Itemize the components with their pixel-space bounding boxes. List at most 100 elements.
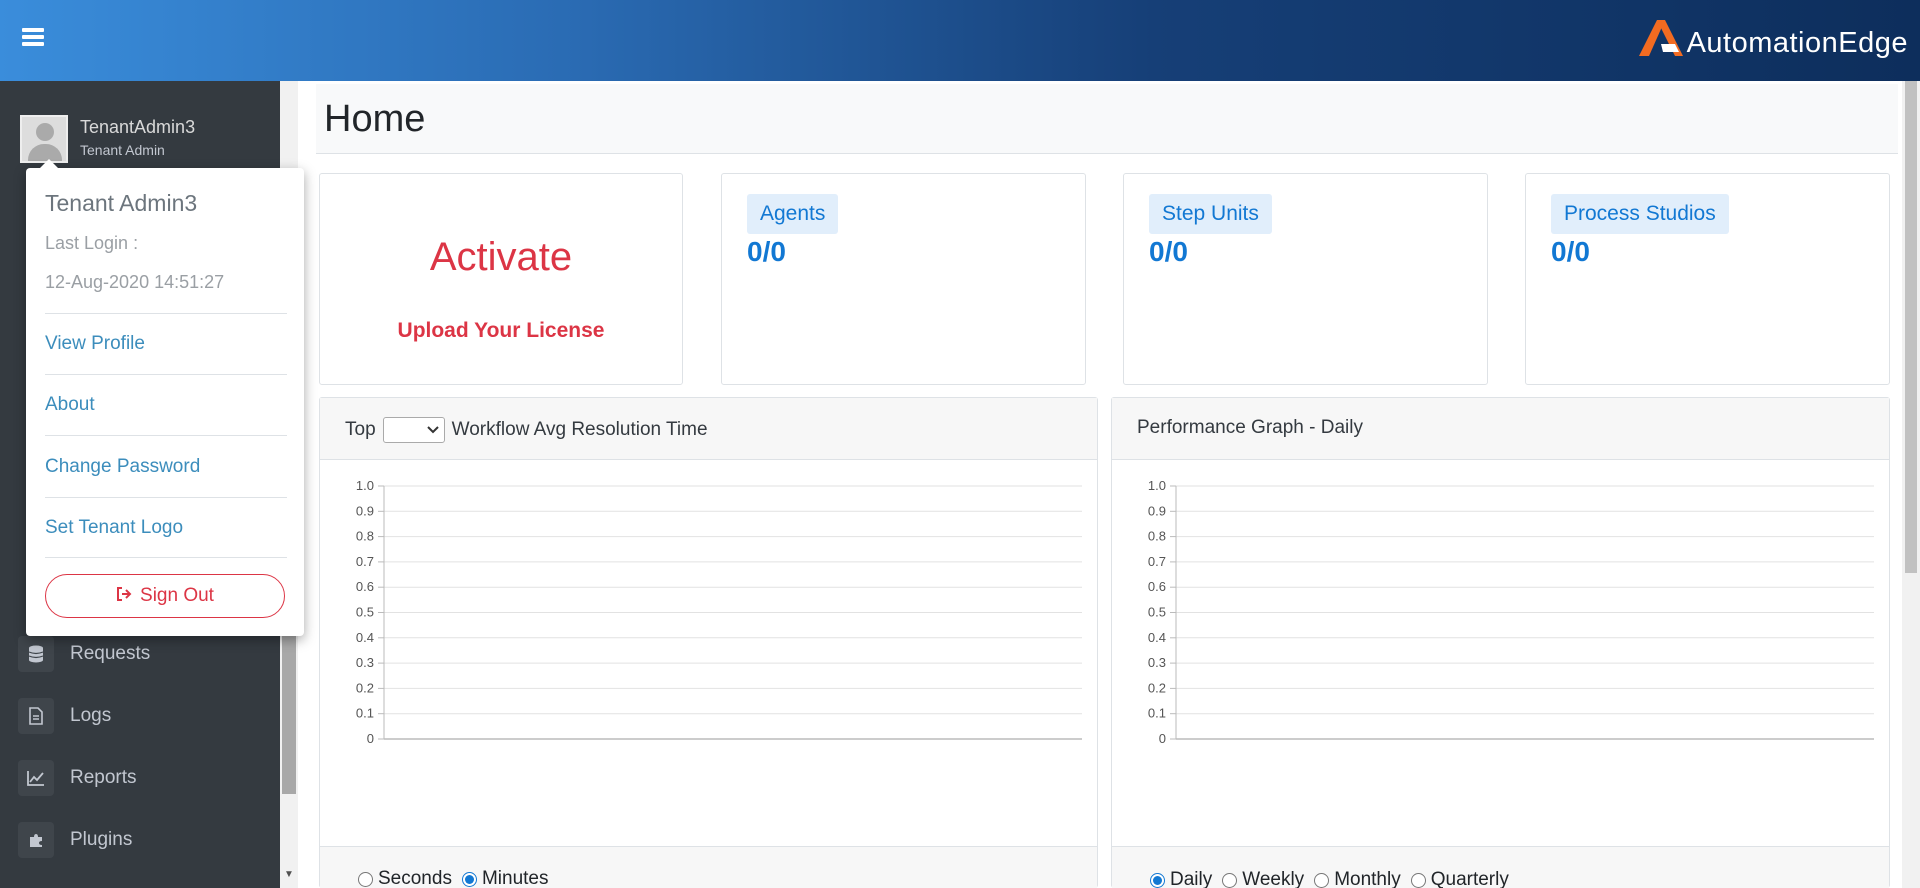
sidebar-item-label: Logs [70, 705, 112, 726]
brand-logo: AutomationEdge [1635, 14, 1908, 60]
y-tick-label: 0.7 [356, 554, 374, 569]
page-title: Home [324, 98, 426, 140]
y-tick-label: 0.1 [356, 706, 374, 721]
daily-label: Daily [1170, 869, 1213, 888]
performance-chart: 1.0 0.9 0.8 0.7 0.6 0.5 0.4 0.3 0.2 0.1 0 [1148, 478, 1874, 746]
divider [45, 557, 287, 558]
monthly-label: Monthly [1334, 869, 1401, 888]
divider [45, 435, 287, 436]
sidebar-item-label: Requests [70, 643, 151, 664]
top-count-select[interactable] [382, 417, 445, 443]
minutes-label: Minutes [481, 868, 549, 888]
y-tick-label: 0.5 [356, 605, 374, 620]
workflow-panel-header: Top Workflow Avg Resolution Time [320, 398, 1097, 460]
activate-title: Activate [429, 235, 573, 279]
quarterly-label: Quarterly [1430, 869, 1509, 888]
upload-license-link[interactable]: Upload Your License [320, 319, 682, 343]
last-login-label: Last Login : [45, 233, 139, 253]
performance-panel: Performance Graph - Daily 1.0 0.9 0.8 0.7 0.… [1111, 397, 1890, 888]
menu-toggle-icon[interactable] [22, 28, 46, 48]
step-units-label[interactable]: Step Units [1149, 194, 1272, 234]
sidebar-item-reports[interactable]: Reports [18, 758, 137, 798]
sidebar-item-logs[interactable]: Logs [18, 696, 111, 736]
file-icon [18, 698, 54, 734]
weekly-radio[interactable]: Weekly [1222, 869, 1304, 888]
chart-line-icon [18, 760, 54, 796]
top-label: Top [345, 419, 376, 440]
y-tick-label: 0.2 [356, 680, 374, 695]
minutes-radio[interactable]: Minutes [461, 868, 549, 888]
y-tick-label: 0.4 [356, 630, 374, 645]
radio-dot[interactable] [1222, 872, 1238, 888]
y-tick-label: 0.4 [1148, 630, 1166, 645]
performance-panel-header: Performance Graph - Daily [1112, 398, 1889, 460]
page-header [316, 84, 1898, 154]
user-role: Tenant Admin [80, 142, 165, 158]
chevron-down-icon [426, 426, 439, 434]
license-card: Activate Upload Your License [319, 173, 683, 385]
y-tick-label: 0 [367, 731, 374, 746]
change-password-link[interactable]: Change Password [45, 456, 200, 478]
sidebar-scrollbar-thumb[interactable] [282, 629, 296, 794]
agents-label[interactable]: Agents [747, 194, 839, 234]
view-profile-link[interactable]: View Profile [45, 333, 145, 355]
quarterly-radio[interactable]: Quarterly [1410, 869, 1509, 888]
y-tick-label: 0.3 [356, 655, 374, 670]
process-studios-value: 0/0 [1551, 236, 1590, 267]
y-tick-label: 0.6 [1148, 579, 1166, 594]
radio-dot[interactable] [461, 871, 477, 887]
scroll-down-arrow-icon[interactable]: ▼ [284, 869, 294, 880]
step-units-card: Step Units 0/0 [1123, 173, 1488, 385]
sidebar-item-plugins[interactable]: Plugins [18, 820, 132, 860]
brand-name: AutomationEdge [1686, 26, 1908, 59]
database-icon [18, 636, 54, 672]
y-tick-label: 0.8 [356, 529, 374, 544]
main-scrollbar[interactable] [1902, 81, 1920, 888]
radio-dot[interactable] [1410, 872, 1426, 888]
sidebar-item-label: Reports [70, 767, 137, 788]
y-tick-label: 1.0 [356, 478, 374, 493]
top-navbar: AutomationEdge [0, 0, 1920, 81]
process-studios-label[interactable]: Process Studios [1551, 194, 1729, 234]
workflow-title-text: Workflow Avg Resolution Time [451, 419, 708, 440]
y-tick-label: 0.5 [1148, 605, 1166, 620]
about-link[interactable]: About [45, 394, 95, 416]
sidebar-item-label: Plugins [70, 829, 133, 850]
sign-out-button[interactable]: Sign Out [45, 574, 285, 618]
agents-value: 0/0 [747, 236, 786, 267]
y-tick-label: 0.3 [1148, 655, 1166, 670]
main-scrollbar-thumb[interactable] [1905, 81, 1917, 573]
seconds-label: Seconds [378, 868, 452, 888]
avatar[interactable] [20, 115, 68, 163]
user-name: TenantAdmin3 [80, 117, 196, 137]
y-tick-label: 1.0 [1148, 478, 1166, 493]
radio-dot[interactable] [1314, 872, 1330, 888]
y-tick-label: 0.9 [356, 503, 374, 518]
sign-out-icon [116, 586, 132, 606]
user-panel[interactable]: TenantAdmin3 Tenant Admin [20, 115, 195, 163]
user-dropdown-menu: Tenant Admin3 Last Login : 12-Aug-2020 1… [26, 159, 304, 636]
y-tick-label: 0.9 [1148, 503, 1166, 518]
weekly-label: Weekly [1242, 869, 1305, 888]
last-login-value: 12-Aug-2020 14:51:27 [45, 272, 225, 292]
daily-radio[interactable]: Daily [1150, 869, 1212, 888]
dropdown-user-name: Tenant Admin3 [45, 190, 198, 216]
puzzle-icon [18, 822, 54, 858]
y-tick-label: 0.6 [356, 579, 374, 594]
set-tenant-logo-link[interactable]: Set Tenant Logo [45, 517, 183, 539]
workflow-panel: Top Workflow Avg Resolution Time 1.0 0.9 0… [319, 397, 1098, 888]
y-tick-label: 0 [1159, 731, 1166, 746]
radio-dot[interactable] [358, 871, 373, 887]
y-tick-label: 0.7 [1148, 554, 1166, 569]
monthly-radio[interactable]: Monthly [1314, 869, 1401, 888]
divider [45, 497, 287, 498]
y-tick-label: 0.8 [1148, 529, 1166, 544]
sidebar-item-requests[interactable]: Requests [18, 634, 150, 674]
brand-logo-icon [1638, 20, 1683, 56]
workflow-panel-title: Top Workflow Avg Resolution Time [345, 417, 708, 443]
seconds-radio[interactable]: Seconds [358, 868, 452, 888]
y-tick-label: 0.1 [1148, 706, 1166, 721]
divider [45, 313, 287, 314]
radio-dot[interactable] [1150, 872, 1165, 888]
period-radio-group: Daily Weekly Monthly Quarterly [1150, 869, 1519, 888]
